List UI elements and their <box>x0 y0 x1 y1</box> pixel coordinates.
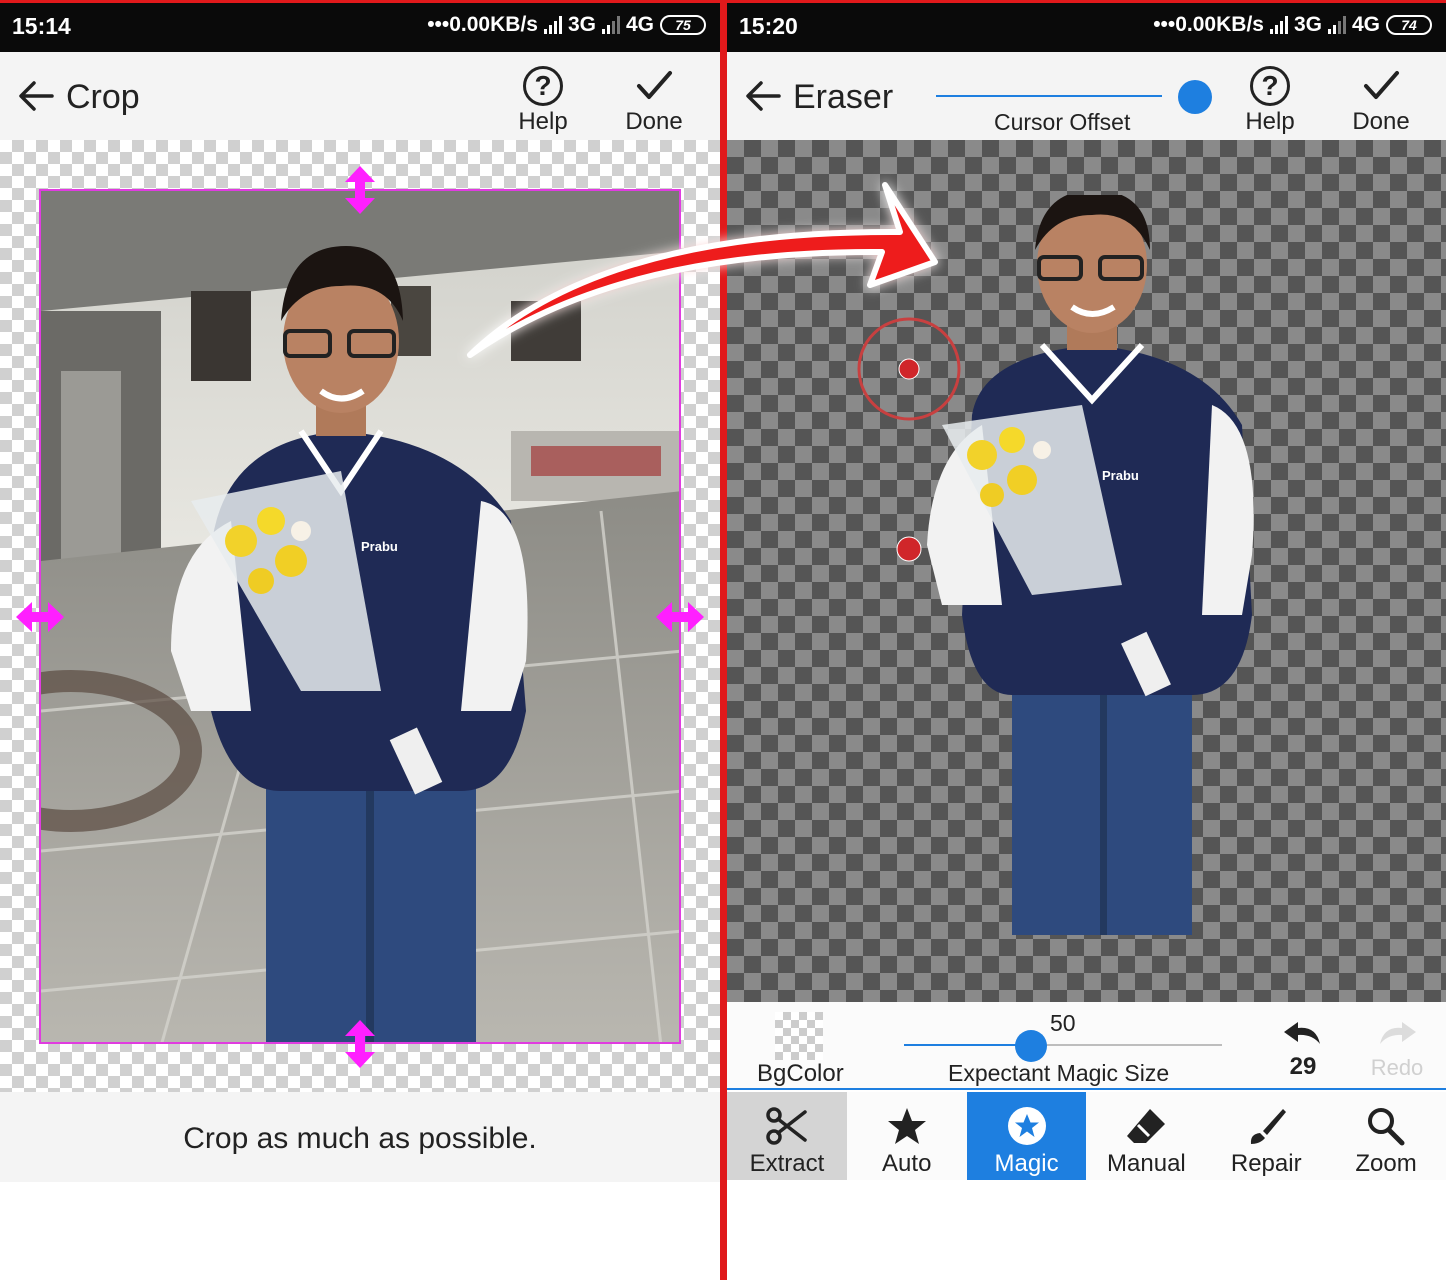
magic-size-label: Expectant Magic Size <box>948 1060 1170 1086</box>
bgcolor-swatch[interactable] <box>775 1012 823 1060</box>
magic-size-value: 50 <box>1050 1010 1076 1036</box>
check-icon <box>1364 71 1399 99</box>
tab-magic[interactable]: Magic <box>966 1092 1087 1180</box>
crop-canvas[interactable]: Prabu <box>0 140 720 1092</box>
redo-icon <box>1380 1022 1416 1044</box>
network-type-1: 3G <box>1293 13 1322 36</box>
network-type-1: 3G <box>567 13 596 36</box>
tab-label: Zoom <box>1355 1150 1417 1177</box>
bgcolor-label[interactable]: BgColor <box>757 1060 844 1088</box>
tab-extract[interactable]: Extract <box>727 1092 847 1180</box>
eraser-controls: BgColor 50 Expectant Magic Size 29 Redo <box>727 1002 1446 1090</box>
jacket-text: Prabu <box>1102 468 1139 483</box>
page-title: Crop <box>66 78 140 116</box>
cursor-offset-thumb[interactable] <box>1178 80 1212 114</box>
eraser-screen: 15:20 •••0.00KB/s 3G 4G 74 Eraser Cursor… <box>727 0 1446 1280</box>
status-indicators: •••0.00KB/s 3G 4G 74 <box>1153 13 1432 37</box>
eraser-icon <box>1127 1109 1166 1143</box>
crop-screen: 15:14 •••0.00KB/s 3G 4G 75 Crop ? Help D… <box>0 0 720 1280</box>
tab-repair[interactable]: Repair <box>1206 1092 1327 1180</box>
photo-scene: Prabu <box>41 191 679 1042</box>
undo-button[interactable]: 29 <box>1280 1020 1326 1081</box>
crop-toolbar: Crop ? Help Done <box>0 52 720 140</box>
done-button[interactable]: Done <box>609 66 699 136</box>
done-label: Done <box>625 108 683 135</box>
signal-icon <box>1327 16 1346 34</box>
undo-count: 29 <box>1289 1053 1317 1080</box>
eraser-canvas[interactable]: Prabu <box>727 140 1446 1002</box>
tab-label: Repair <box>1230 1150 1302 1177</box>
tab-label: Magic <box>994 1150 1059 1177</box>
search-icon <box>1368 1108 1405 1146</box>
crop-footer: Crop as much as possible. <box>0 1092 720 1182</box>
redo-button[interactable]: Redo <box>1367 1020 1427 1081</box>
signal-icon <box>543 16 562 34</box>
help-icon: ? <box>523 66 563 106</box>
crop-handle-bottom[interactable] <box>345 1020 375 1068</box>
brush-icon <box>1251 1109 1287 1144</box>
tab-label: Extract <box>749 1150 825 1177</box>
status-bar: 15:20 •••0.00KB/s 3G 4G 74 <box>727 0 1446 52</box>
scissors-icon <box>766 1107 807 1145</box>
network-speed: •••0.00KB/s <box>1153 13 1264 36</box>
done-button[interactable]: Done <box>1336 66 1426 136</box>
panel-divider <box>720 0 727 1280</box>
crop-handle-left[interactable] <box>16 602 64 632</box>
network-speed: •••0.00KB/s <box>427 13 538 36</box>
cutout-person: Prabu <box>927 195 1254 935</box>
signal-icon <box>1269 16 1288 34</box>
tab-label: Manual <box>1107 1150 1186 1177</box>
help-button[interactable]: ? Help <box>1225 66 1315 136</box>
crop-handle-top[interactable] <box>345 166 375 214</box>
status-indicators: •••0.00KB/s 3G 4G 75 <box>427 13 706 37</box>
network-type-2: 4G <box>625 13 654 36</box>
battery-icon: 74 <box>1386 15 1432 35</box>
crop-hint-text: Crop as much as possible. <box>183 1122 537 1155</box>
crop-photo[interactable]: Prabu <box>39 189 681 1044</box>
magic-size-thumb[interactable] <box>1015 1030 1048 1062</box>
help-label: Help <box>1245 108 1295 135</box>
status-time: 15:20 <box>739 13 798 39</box>
tool-tabs: Extract Auto Magic Manual Repair Zoom <box>727 1092 1446 1180</box>
undo-icon <box>1284 1022 1320 1044</box>
redo-label: Redo <box>1370 1055 1424 1080</box>
help-icon: ? <box>1250 66 1290 106</box>
magic-size-fill <box>904 1044 1032 1046</box>
jacket-text: Prabu <box>361 539 398 554</box>
tab-auto[interactable]: Auto <box>846 1092 967 1180</box>
magic-star-icon <box>1007 1107 1046 1145</box>
network-type-2: 4G <box>1351 13 1380 36</box>
star-icon <box>887 1108 926 1144</box>
help-label: Help <box>518 108 568 135</box>
status-bar: 15:14 •••0.00KB/s 3G 4G 75 <box>0 0 720 52</box>
magic-size-track[interactable] <box>904 1044 1222 1046</box>
tab-label: Auto <box>882 1150 932 1177</box>
top-red-line <box>0 0 1446 3</box>
done-label: Done <box>1352 108 1410 135</box>
signal-icon <box>601 16 620 34</box>
back-arrow-icon[interactable] <box>18 80 54 112</box>
battery-icon: 75 <box>660 15 706 35</box>
status-time: 15:14 <box>12 13 71 39</box>
cursor-offset-label: Cursor Offset <box>994 109 1131 135</box>
help-button[interactable]: ? Help <box>498 66 588 136</box>
back-arrow-icon[interactable] <box>745 80 781 112</box>
tab-zoom[interactable]: Zoom <box>1326 1092 1446 1180</box>
eraser-toolbar: Eraser Cursor Offset ? Help Done <box>727 52 1446 140</box>
check-icon <box>637 71 672 99</box>
page-title: Eraser <box>793 78 894 116</box>
cursor-offset-track[interactable] <box>936 95 1162 97</box>
crop-handle-right[interactable] <box>656 602 704 632</box>
tab-manual[interactable]: Manual <box>1086 1092 1207 1180</box>
